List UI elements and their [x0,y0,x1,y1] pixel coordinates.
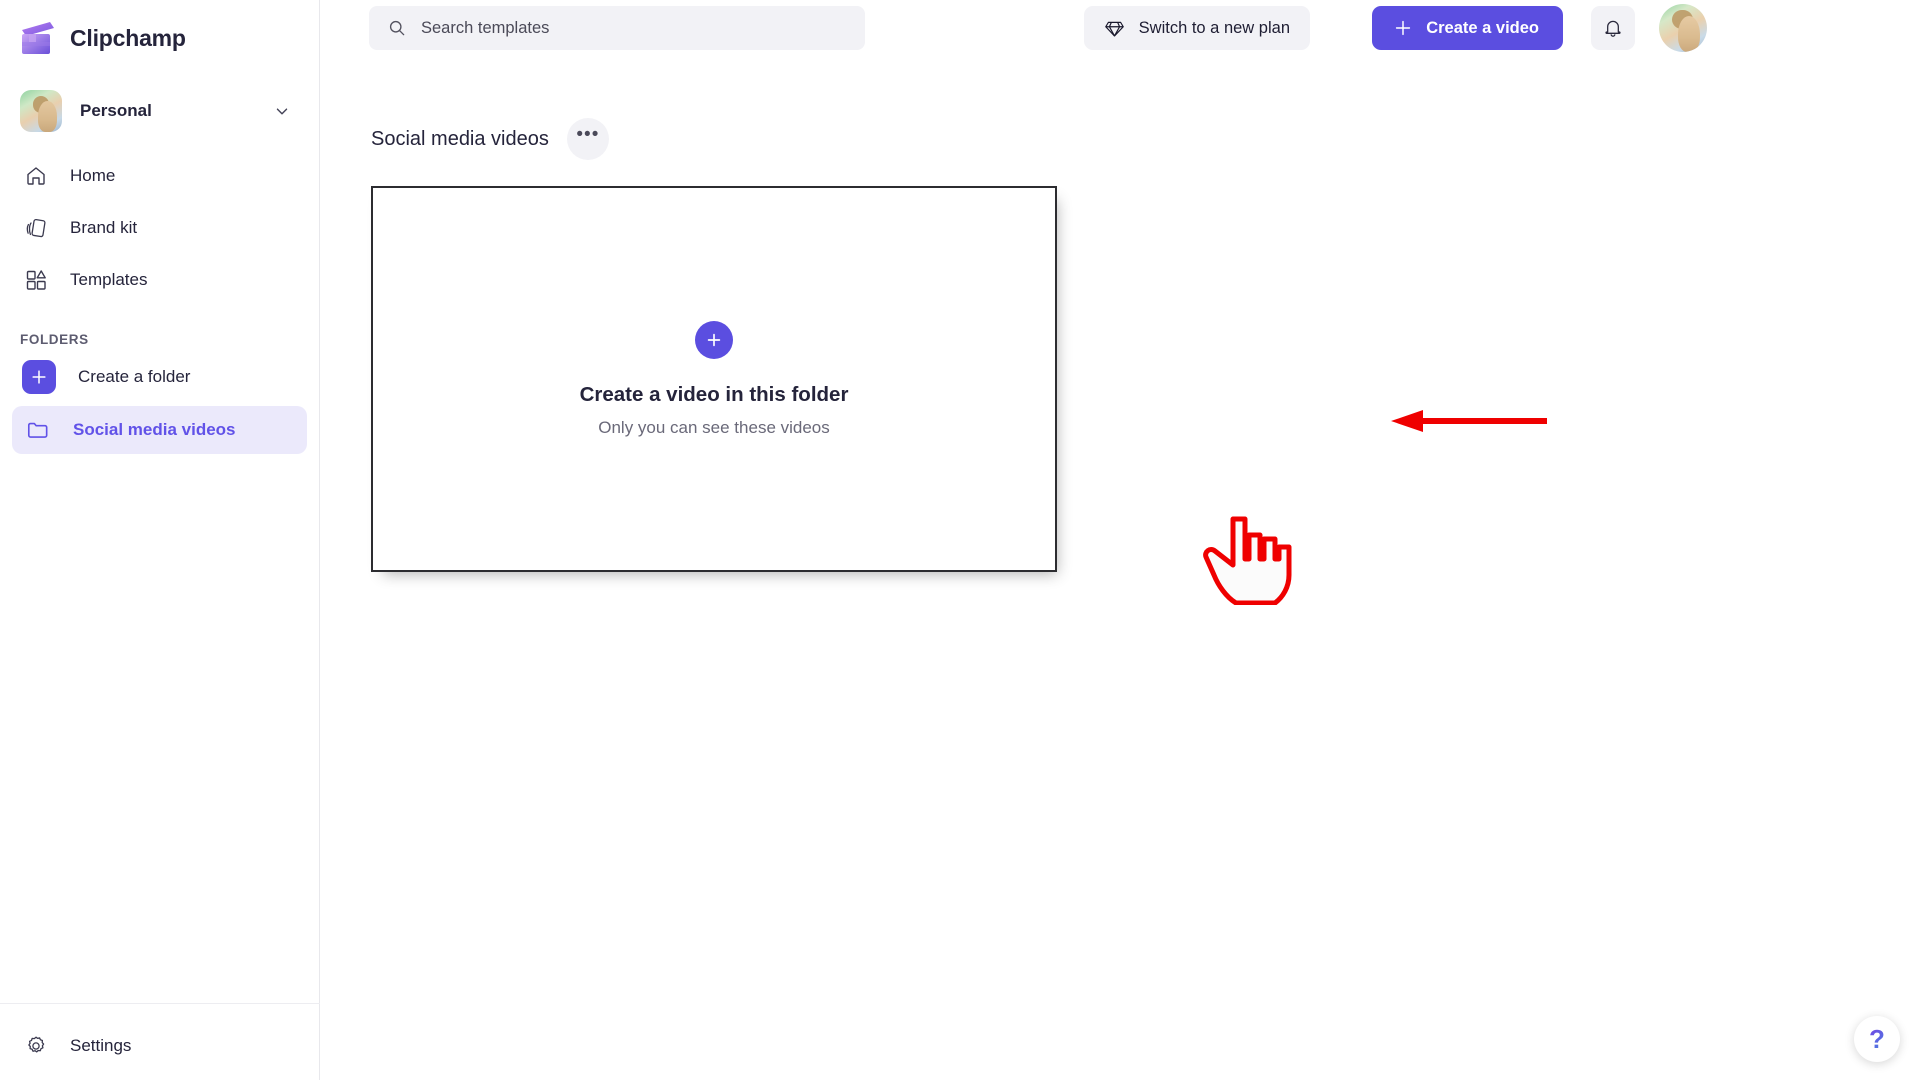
chevron-down-icon [273,102,291,120]
account-avatar [20,90,62,132]
plus-icon [22,360,56,394]
switch-plan-button[interactable]: Switch to a new plan [1083,6,1310,50]
sidebar-item-brand-kit[interactable]: Brand kit [12,204,307,252]
sidebar-folder-social-media-videos[interactable]: Social media videos [12,406,307,454]
sidebar-folder-label: Social media videos [73,420,236,439]
main-content: Social media videos ••• Create a video i… [320,60,1920,1080]
app-root: Clipchamp Personal Home Brand kit Templa… [0,0,1920,1080]
switch-plan-label: Switch to a new plan [1138,18,1290,37]
clipchamp-logo-icon [20,21,56,55]
create-folder-button[interactable]: Create a folder [12,353,307,401]
brand-kit-icon [24,216,48,240]
account-name: Personal [80,101,152,120]
diamond-icon [1104,18,1125,39]
avatar[interactable] [1659,4,1707,52]
sidebar-item-home[interactable]: Home [12,152,307,200]
search-icon [387,18,407,38]
search-placeholder: Search templates [421,18,550,37]
search-input[interactable]: Search templates [369,6,865,50]
brand-name: Clipchamp [70,24,186,51]
create-folder-label: Create a folder [78,367,191,386]
create-video-button[interactable]: Create a video [1372,6,1563,50]
primary-nav: Home Brand kit Templates [0,152,319,304]
plus-icon [695,320,733,359]
plus-icon [1392,17,1414,39]
empty-state-subtitle: Only you can see these videos [598,417,830,437]
sidebar: Clipchamp Personal Home Brand kit Templa… [0,0,320,1080]
folder-more-options-button[interactable]: ••• [566,118,609,160]
brand[interactable]: Clipchamp [0,0,319,62]
folder-icon [25,417,51,443]
empty-state-title: Create a video in this folder [579,382,849,406]
topbar: Search templates Switch to a new plan Cr… [320,0,1920,60]
sidebar-item-label: Home [70,166,116,185]
folders-section-label: FOLDERS [20,332,89,347]
sidebar-item-label: Brand kit [70,218,138,237]
create-video-label: Create a video [1426,18,1539,37]
sidebar-item-label: Templates [70,270,148,289]
help-button[interactable]: ? [1854,1016,1900,1062]
home-icon [24,164,48,188]
sidebar-item-label: Settings [70,1036,132,1055]
templates-icon [24,268,48,292]
red-arrow-left-icon [1385,400,1550,442]
sidebar-bottom: Settings [0,1003,320,1080]
gear-icon [24,1034,48,1058]
create-video-in-folder-card[interactable]: Create a video in this folder Only you c… [371,186,1057,572]
account-switcher[interactable]: Personal [18,84,301,138]
pointing-hand-cursor-icon [1200,505,1292,606]
page-title: Social media videos [371,127,549,150]
question-mark-icon: ? [1869,1023,1885,1054]
bell-icon [1602,17,1624,39]
sidebar-item-settings[interactable]: Settings [12,1022,308,1070]
sidebar-item-templates[interactable]: Templates [12,256,307,304]
notifications-button[interactable] [1591,6,1635,50]
folder-header: Social media videos ••• [371,118,1920,160]
